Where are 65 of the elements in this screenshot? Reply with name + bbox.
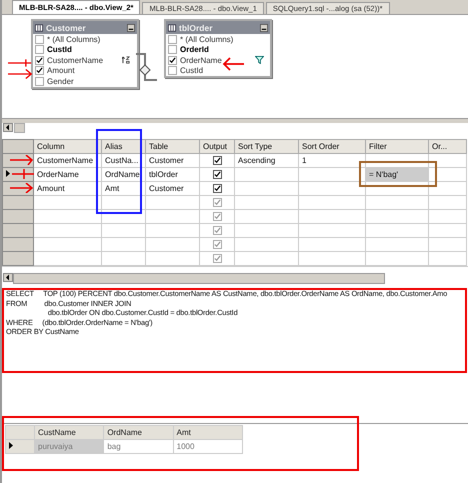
column-header[interactable]: Alias — [102, 140, 146, 154]
checkbox[interactable] — [168, 56, 177, 65]
scroll-left-icon[interactable] — [3, 273, 13, 282]
checkbox[interactable] — [35, 34, 44, 44]
table-title: Customer — [46, 22, 87, 32]
result-cell[interactable]: 1000 — [173, 440, 242, 454]
column-name: Gender — [47, 76, 74, 86]
grid-cell[interactable]: CustNa... — [102, 154, 146, 168]
grid-cell[interactable]: Amt — [102, 182, 146, 196]
grid-cell[interactable]: CustomerName — [34, 154, 102, 168]
result-cell[interactable]: bag — [104, 440, 174, 454]
column-header[interactable]: Table — [146, 140, 200, 154]
checkbox[interactable] — [35, 76, 44, 86]
scroll-thumb[interactable] — [14, 123, 25, 133]
current-row-icon — [9, 442, 13, 449]
minimize-icon[interactable] — [127, 24, 135, 32]
grid-cell[interactable]: Ascending — [234, 154, 298, 168]
table-box[interactable]: tblOrder * (All Columns) OrderId OrderName CustId — [164, 19, 272, 78]
output-checkbox[interactable] — [212, 170, 222, 180]
annotation-arrow — [12, 169, 34, 179]
column-header[interactable]: Output — [200, 140, 234, 154]
filter-cell[interactable]: = N'bag' — [366, 168, 428, 182]
column-name: CustId — [47, 45, 72, 54]
column-header[interactable]: Or... — [428, 140, 466, 154]
checkbox[interactable] — [35, 66, 44, 76]
annotation-arrow — [222, 57, 244, 71]
column-header[interactable]: CustName — [34, 426, 104, 440]
checkbox[interactable] — [35, 56, 44, 65]
grid-cell[interactable]: tblOrder — [146, 168, 200, 182]
grid-cell[interactable]: Amount — [34, 182, 102, 196]
column-header[interactable]: Filter — [366, 140, 428, 154]
column-header[interactable]: Amt — [173, 426, 242, 440]
column-header[interactable]: Column — [34, 140, 102, 154]
annotation-arrow — [10, 183, 34, 193]
column-name: * (All Columns) — [47, 34, 100, 44]
scroll-thumb[interactable] — [13, 273, 385, 284]
table-icon — [168, 24, 176, 32]
minimize-icon[interactable] — [260, 24, 268, 32]
table-title: tblOrder — [179, 22, 214, 32]
row-header[interactable] — [6, 440, 34, 454]
table-box[interactable]: Customer * (All Columns) CustId CustomerName Amount Gender — [31, 19, 139, 88]
column-name: Amount — [47, 66, 75, 76]
table-icon — [35, 24, 43, 32]
checkbox[interactable] — [168, 45, 177, 54]
column-header[interactable]: OrdName — [104, 426, 174, 440]
checkbox[interactable] — [35, 45, 44, 54]
output-checkbox[interactable] — [212, 156, 222, 166]
current-row-icon — [6, 170, 10, 177]
column-name: OrderId — [180, 45, 209, 54]
grid-cell[interactable]: Customer — [146, 154, 200, 168]
column-header[interactable]: Sort Type — [234, 140, 298, 154]
grid-cell[interactable]: 1 — [298, 154, 366, 168]
column-name: CustomerName — [47, 56, 104, 65]
grid-cell[interactable]: Customer — [146, 182, 200, 196]
column-header[interactable]: Sort Order — [298, 140, 366, 154]
column-name: OrderName — [180, 56, 222, 65]
annotation-arrow — [10, 155, 34, 165]
column-name: CustId — [180, 66, 204, 76]
checkbox[interactable] — [168, 34, 177, 44]
scroll-left-icon[interactable] — [3, 123, 13, 132]
output-checkbox[interactable] — [212, 184, 222, 194]
grid-cell[interactable]: OrderName — [34, 168, 102, 182]
column-name: * (All Columns) — [180, 34, 234, 44]
checkbox[interactable] — [168, 66, 177, 76]
grid-cell[interactable]: OrdName — [102, 168, 146, 182]
